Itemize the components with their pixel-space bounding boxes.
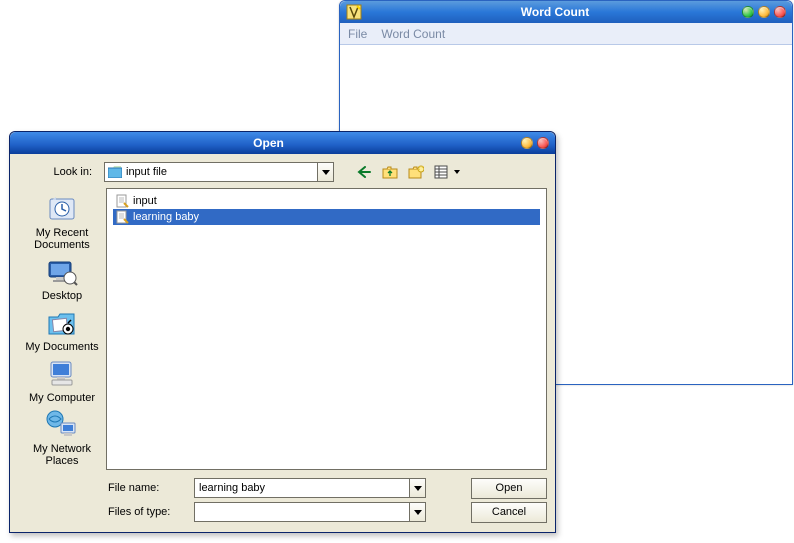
minimize-button[interactable] (742, 6, 754, 18)
places-bar: My Recent Documents Desktop (18, 188, 106, 524)
view-menu-button[interactable] (432, 162, 452, 182)
network-icon (45, 408, 79, 442)
textfile-icon (115, 210, 129, 224)
open-button[interactable]: Open (471, 478, 547, 499)
view-menu-dropdown[interactable] (452, 162, 462, 182)
file-item-name: learning baby (133, 211, 199, 223)
window-controls (742, 6, 786, 18)
mycomputer-icon (45, 357, 79, 391)
places-desktop[interactable]: Desktop (22, 255, 102, 302)
places-desktop-label: Desktop (42, 290, 82, 302)
filename-combo[interactable] (194, 478, 426, 498)
menu-wordcount[interactable]: Word Count (381, 27, 445, 41)
places-network-label: My Network Places (33, 443, 91, 467)
lookin-label: Look in: (18, 166, 98, 178)
places-mydocuments-label: My Documents (25, 341, 98, 353)
lookin-dropdown-button[interactable] (317, 163, 333, 181)
recent-icon (45, 192, 79, 226)
filename-dropdown-button[interactable] (409, 479, 425, 497)
filetype-dropdown-button[interactable] (409, 503, 425, 521)
mydocuments-icon (45, 306, 79, 340)
places-recent-label: My Recent Documents (34, 227, 90, 251)
up-one-level-button[interactable] (380, 162, 400, 182)
places-network[interactable]: My Network Places (22, 408, 102, 467)
close-button[interactable] (774, 6, 786, 18)
filetype-combo[interactable] (194, 502, 426, 522)
back-button[interactable] (354, 162, 374, 182)
menu-file[interactable]: File (348, 27, 367, 41)
lookin-value: input file (126, 166, 317, 178)
places-mycomputer[interactable]: My Computer (22, 357, 102, 404)
app-icon (346, 4, 362, 20)
open-toolbar (354, 162, 462, 182)
file-item-name: input (133, 195, 157, 207)
file-list[interactable]: input learning baby (106, 188, 547, 470)
new-folder-button[interactable] (406, 162, 426, 182)
lookin-row: Look in: input file (18, 160, 547, 184)
open-close-button[interactable] (537, 137, 549, 149)
file-item[interactable]: learning baby (113, 209, 540, 225)
textfile-icon (115, 194, 129, 208)
wordcount-title: Word Count (368, 5, 742, 19)
help-button[interactable] (521, 137, 533, 149)
filename-label: File name: (106, 482, 188, 494)
open-dialog: Open Look in: input file (9, 131, 556, 533)
filetype-label: Files of type: (106, 506, 188, 518)
file-item[interactable]: input (113, 193, 540, 209)
filetype-input[interactable] (195, 505, 409, 519)
open-title: Open (16, 136, 521, 150)
folder-icon (108, 166, 122, 178)
wordcount-titlebar[interactable]: Word Count (340, 1, 792, 23)
places-recent[interactable]: My Recent Documents (22, 192, 102, 251)
open-window-controls (521, 137, 549, 149)
open-titlebar[interactable]: Open (10, 132, 555, 154)
lookin-combo[interactable]: input file (104, 162, 334, 182)
desktop-icon (45, 255, 79, 289)
maximize-button[interactable] (758, 6, 770, 18)
places-mydocuments[interactable]: My Documents (22, 306, 102, 353)
cancel-button[interactable]: Cancel (471, 502, 547, 523)
wordcount-menubar: File Word Count (340, 23, 792, 45)
filename-input[interactable] (195, 481, 409, 495)
places-mycomputer-label: My Computer (29, 392, 95, 404)
